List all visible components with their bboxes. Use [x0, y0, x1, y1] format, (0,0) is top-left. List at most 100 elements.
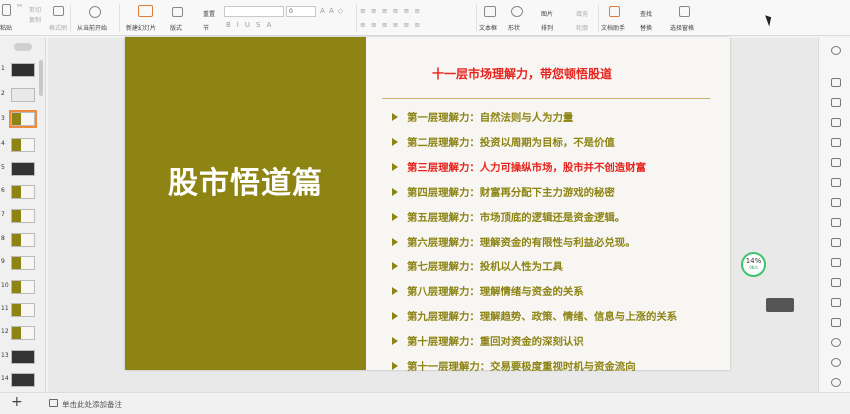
paragraph-buttons[interactable]: ≡≡≡≡≡≡: [360, 7, 425, 15]
slide-thumbnail[interactable]: [11, 233, 35, 247]
outline-button[interactable]: 轮廓: [576, 23, 588, 32]
replace-button[interactable]: 替换: [640, 23, 652, 32]
slide-thumbnail[interactable]: [11, 303, 35, 317]
cut-icon[interactable]: ✂: [17, 2, 23, 10]
bullet-text: 第十层理解力：重回对资金的深刻认识: [407, 336, 584, 349]
new-slide-button[interactable]: 新建幻灯片: [126, 23, 156, 32]
slide-thumbnail[interactable]: [11, 63, 35, 77]
bullet-text: 第九层理解力：理解趋势、政策、情绪、信息与上涨的关系: [407, 311, 678, 324]
grid-icon[interactable]: [831, 258, 841, 267]
translate-icon[interactable]: [831, 218, 841, 227]
bullet-item: 第十一层理解力：交易要极度重视时机与资金流向: [392, 358, 636, 373]
divider: [356, 4, 357, 32]
slide-thumbnail[interactable]: [11, 162, 35, 176]
picture-button[interactable]: 图片: [541, 9, 553, 18]
align-buttons[interactable]: ≡≡≡≡≡≡: [360, 21, 425, 29]
find-button[interactable]: 查找: [640, 9, 652, 18]
bullet-arrow-icon: [392, 262, 398, 271]
bullet-text: 第八层理解力：理解情绪与资金的关系: [407, 286, 584, 299]
slide-thumbnail[interactable]: [11, 280, 35, 294]
doc-helper-icon[interactable]: [609, 6, 620, 17]
fill-button[interactable]: 填充: [576, 9, 588, 18]
paste-icon[interactable]: [2, 4, 11, 16]
shape-icon[interactable]: [511, 6, 523, 17]
thumb-number: 8: [1, 235, 5, 242]
format-painter-icon[interactable]: [53, 6, 64, 16]
slide-thumbnail[interactable]: [11, 373, 35, 387]
layout-button[interactable]: 版式: [170, 23, 182, 32]
slide-thumbnail-selected[interactable]: [9, 110, 37, 128]
shape-style-icon[interactable]: [831, 98, 841, 107]
font-style-buttons[interactable]: BIUSA: [226, 21, 277, 29]
slide-headline: 十一层市场理解力，带您顿悟股道: [432, 67, 613, 81]
slide-left-panel: 股市悟道篇: [125, 37, 366, 370]
current-slide[interactable]: 股市悟道篇 十一层市场理解力，带您顿悟股道 第一层理解力：自然法则与人为力量 第二…: [125, 37, 730, 373]
slide-thumbnail[interactable]: [11, 326, 35, 340]
clipboard-icon[interactable]: [831, 198, 841, 207]
thumb-number: 6: [1, 187, 5, 194]
format-painter-button[interactable]: 格式刷: [49, 23, 67, 32]
from-current-button[interactable]: 从当前开始: [77, 23, 107, 32]
section-button[interactable]: 节: [203, 23, 209, 32]
slide-thumbnail[interactable]: [11, 185, 35, 199]
document-icon[interactable]: [831, 278, 841, 287]
progress-percent: 14%: [745, 257, 762, 265]
bullet-text: 第三层理解力：人力可操纵市场，股市并不创造财富: [407, 161, 646, 174]
bullet-arrow-icon: [392, 312, 398, 321]
bullet-item: 第六层理解力：理解资金的有限性与利益必兑现。: [392, 234, 636, 249]
help-icon[interactable]: [831, 338, 841, 347]
paste-button[interactable]: 粘贴: [0, 23, 12, 32]
bullet-arrow-icon: [392, 237, 398, 246]
textbox-icon[interactable]: [484, 6, 496, 17]
copy-button[interactable]: 复制: [29, 15, 41, 24]
shape-button[interactable]: 形状: [508, 23, 520, 32]
slide-thumbnail[interactable]: [11, 138, 35, 152]
zoom-icon[interactable]: [831, 46, 841, 55]
add-slide-button[interactable]: +: [11, 394, 23, 410]
animation-icon[interactable]: [831, 158, 841, 167]
more-icon[interactable]: [831, 378, 841, 387]
info-icon[interactable]: [831, 358, 841, 367]
slide-thumbnail[interactable]: [11, 209, 35, 223]
lock-icon[interactable]: [831, 118, 841, 127]
settings-icon[interactable]: [831, 178, 841, 187]
textbox-button[interactable]: 文本框: [479, 23, 497, 32]
table-icon[interactable]: [831, 138, 841, 147]
thumbnail-view-tab[interactable]: [14, 43, 32, 51]
divider: [476, 4, 477, 32]
cut-button[interactable]: 剪切: [29, 5, 41, 14]
play-icon[interactable]: [89, 6, 101, 18]
template-icon[interactable]: [831, 78, 841, 87]
floating-toolbar-button[interactable]: [766, 298, 794, 312]
collapse-icon[interactable]: [831, 318, 841, 327]
select-pane-icon[interactable]: [679, 6, 690, 17]
audio-icon[interactable]: [831, 298, 841, 307]
font-grow-buttons[interactable]: AA◇: [320, 7, 347, 15]
arrange-button[interactable]: 排列: [541, 23, 553, 32]
slide-thumbnail[interactable]: [11, 88, 35, 102]
thumb-number: 2: [1, 90, 5, 97]
slide-thumbnail-panel: 1 2 3 4 5 6 7 8 9 10 11 12 13 14: [0, 38, 46, 392]
note-icon: [49, 399, 58, 407]
select-pane-button[interactable]: 选择窗格: [670, 23, 694, 32]
bullet-text: 第六层理解力：理解资金的有限性与利益必兑现。: [407, 236, 636, 249]
doc-helper-button[interactable]: 文档助手: [601, 23, 625, 32]
font-size-field[interactable]: 0: [286, 6, 316, 17]
bullet-arrow-icon: [392, 187, 398, 196]
thumb-number: 5: [1, 164, 5, 171]
right-task-pane: [818, 38, 850, 392]
font-name-field[interactable]: [224, 6, 284, 17]
layout-icon[interactable]: [172, 7, 183, 17]
divider: [70, 4, 71, 32]
bullet-item: 第九层理解力：理解趋势、政策、情绪、信息与上涨的关系: [392, 308, 677, 323]
slide-thumbnail[interactable]: [11, 256, 35, 270]
reset-button[interactable]: 重置: [203, 9, 215, 18]
thumbnail-scrollbar[interactable]: [39, 60, 43, 96]
thumb-number: 4: [1, 140, 5, 147]
bullet-item: 第十层理解力：重回对资金的深刻认识: [392, 333, 584, 348]
new-slide-icon[interactable]: [138, 5, 153, 17]
slide-thumbnail[interactable]: [11, 350, 35, 364]
share-icon[interactable]: [831, 238, 841, 247]
notes-placeholder[interactable]: 单击此处添加备注: [62, 399, 122, 410]
upload-progress-widget[interactable]: 14% 0K/s: [741, 252, 766, 277]
